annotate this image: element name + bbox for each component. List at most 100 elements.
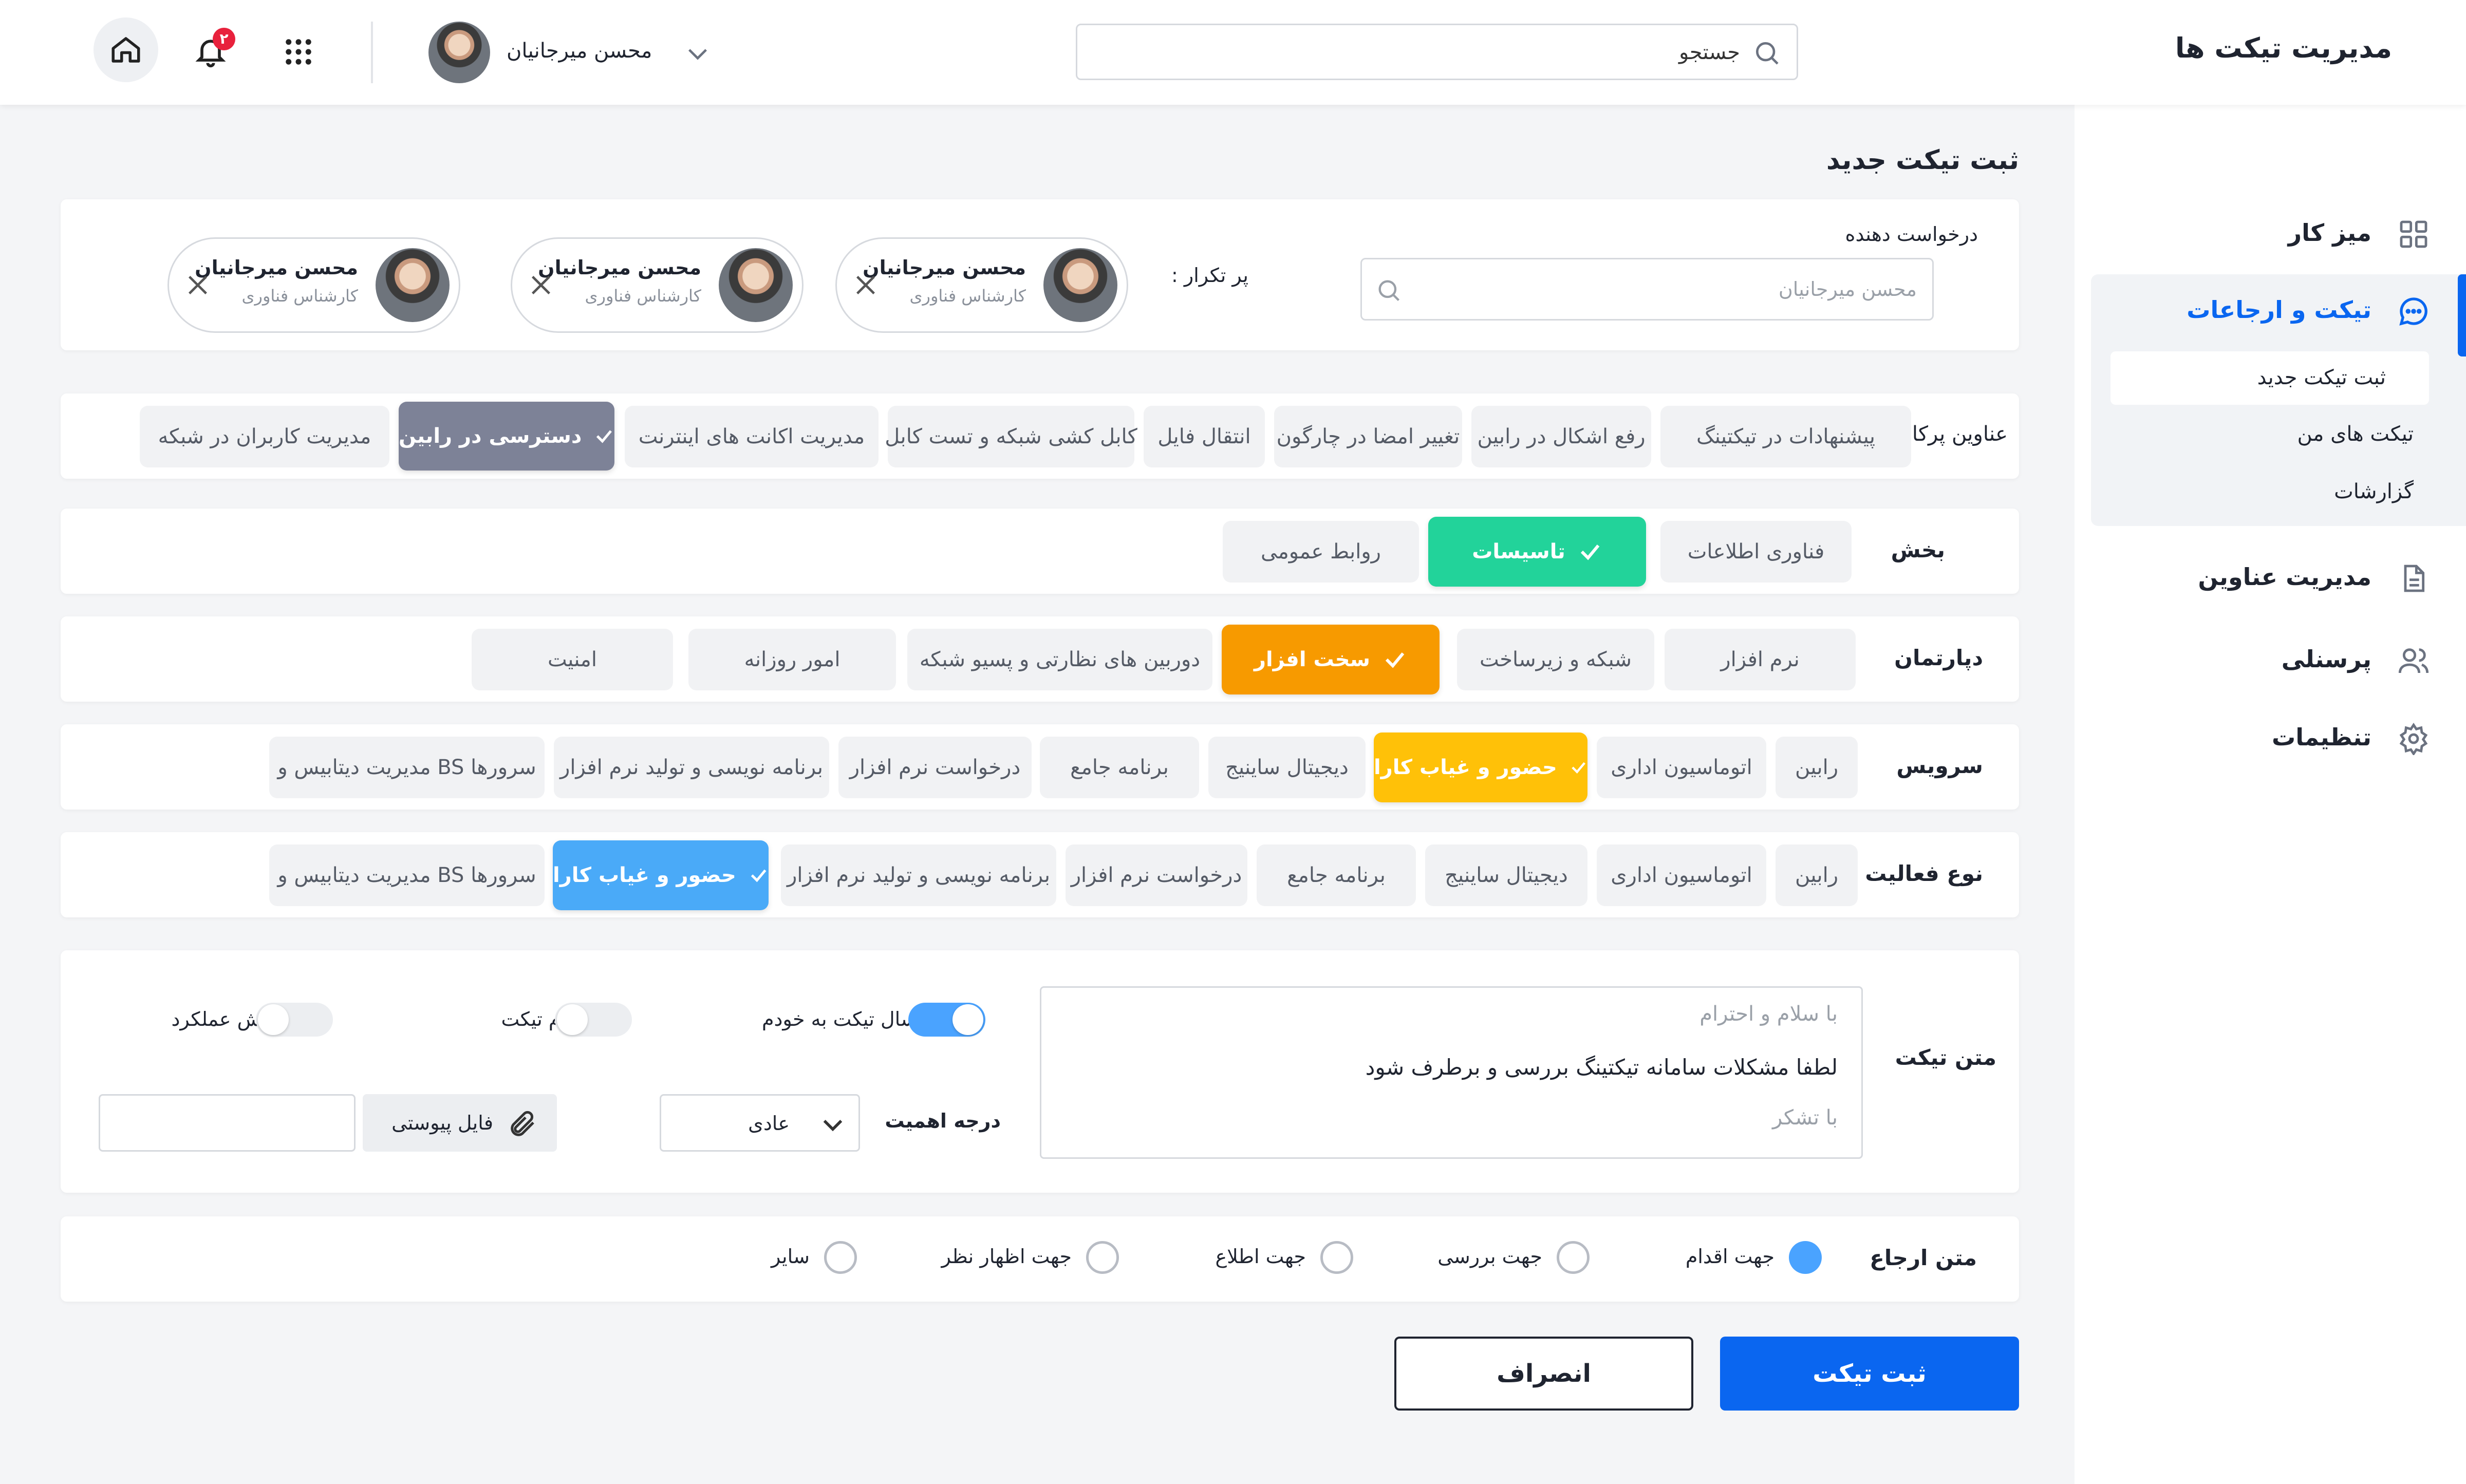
topic-chip[interactable]: تغییر امضا در چارگون <box>1274 406 1462 467</box>
notifications-button[interactable]: ۲ <box>191 28 235 72</box>
chip-label: تاسیسات <box>1472 540 1565 563</box>
frequent-label: پر تکرار : <box>1171 264 1248 287</box>
activity-chip[interactable]: برنامه جامع <box>1257 844 1416 906</box>
topic-chip-selected[interactable]: دسترسی در رابین <box>399 402 614 471</box>
chip-label: مدیریت اکانت های اینترنت <box>638 425 865 448</box>
chip-label: دوربین های نظارتی و پسیو شبکه <box>919 648 1201 671</box>
header-divider <box>371 22 373 83</box>
sidebar-item-personnel[interactable]: پرسنلی <box>2075 633 2466 689</box>
topic-chip[interactable]: مدیریت اکانت های اینترنت <box>625 406 879 467</box>
department-card: دپارتمان نرم افزار شبکه و زیرساخت سخت اف… <box>61 616 2019 702</box>
search-input[interactable]: جستجو <box>1679 41 1740 64</box>
department-chip[interactable]: نرم افزار <box>1665 629 1856 690</box>
referral-radio[interactable] <box>1557 1241 1590 1274</box>
service-chip-selected[interactable]: حضور و غیاب کارا <box>1374 732 1587 802</box>
service-chip[interactable]: مدیریت دیتابیس و BS سرورها <box>269 737 545 798</box>
service-chip[interactable]: برنامه جامع <box>1040 737 1199 798</box>
sidebar: میز کار تیکت و ارجاعات ثبت تیکت جدید تیک… <box>2075 105 2466 1484</box>
chevron-down-icon[interactable] <box>683 39 712 68</box>
performance-report-toggle[interactable] <box>256 1003 333 1037</box>
referral-radio[interactable] <box>1320 1241 1353 1274</box>
chip-label: دیجیتال ساینیج <box>1225 756 1349 779</box>
referral-radio[interactable] <box>824 1241 857 1274</box>
referral-radio[interactable] <box>1086 1241 1119 1274</box>
priority-label: درجه اهمیت <box>885 1110 1001 1132</box>
frequent-person-card[interactable]: محسن میرجانیان کارشناس فناوری <box>511 237 804 333</box>
user-name[interactable]: محسن میرجانیان <box>507 39 652 63</box>
sidebar-item-label: تیکت و ارجاعات <box>2187 296 2371 324</box>
department-chip-selected[interactable]: سخت افزار <box>1222 625 1440 694</box>
topic-chip[interactable]: انتقال فایل <box>1144 406 1265 467</box>
toggle-knob <box>557 1004 588 1035</box>
department-chip[interactable]: امنیت <box>472 629 673 690</box>
close-icon[interactable] <box>527 271 555 299</box>
referral-radio-selected[interactable] <box>1789 1241 1822 1274</box>
user-avatar[interactable] <box>428 22 490 83</box>
department-chip[interactable]: امور روزانه <box>688 629 896 690</box>
ticket-text-label: متن تیکت <box>1895 1045 1996 1070</box>
sidebar-item-titles[interactable]: مدیریت عناوین <box>2075 552 2466 608</box>
send-to-self-toggle[interactable] <box>908 1003 985 1037</box>
close-ticket-toggle[interactable] <box>555 1003 632 1037</box>
requester-input[interactable]: محسن میرجانیان <box>1360 258 1934 321</box>
submit-label: ثبت تیکت <box>1813 1359 1927 1388</box>
close-icon[interactable] <box>183 271 212 299</box>
topic-chip[interactable]: کابل کشی شبکه و تست کابل <box>885 406 1137 467</box>
app-title: مدیریت تیکت ها <box>2175 32 2392 64</box>
dashboard-icon <box>2400 220 2427 248</box>
sidebar-item-label: پرسنلی <box>2281 645 2371 673</box>
sidebar-subitem-my-tickets[interactable]: تیکت های من <box>2297 422 2414 446</box>
sidebar-item-dashboard[interactable]: میز کار <box>2075 208 2466 259</box>
ticket-text-area[interactable]: با سلام و احترام لطفا مشکلات سامانه تیکت… <box>1040 986 1863 1159</box>
priority-select[interactable]: عادی <box>660 1094 860 1152</box>
section-chip-selected[interactable]: تاسیسات <box>1428 517 1646 587</box>
department-chip[interactable]: شبکه و زیرساخت <box>1457 629 1654 690</box>
requester-card: درخواست دهنده محسن میرجانیان پر تکرار : … <box>61 199 2019 350</box>
sidebar-subitem-new-ticket[interactable]: ثبت تیکت جدید <box>2110 351 2429 405</box>
search-bar[interactable]: جستجو <box>1076 24 1798 80</box>
sidebar-item-tickets[interactable]: تیکت و ارجاعات <box>2075 274 2466 356</box>
toggle-label: ارسال تیکت به خودم <box>761 1008 932 1030</box>
chip-label: پیشنهادات در تیکتینگ <box>1696 425 1876 448</box>
topic-chip[interactable]: پیشنهادات در تیکتینگ <box>1660 406 1911 467</box>
activity-chip[interactable]: اتوماسیون اداری <box>1597 844 1766 906</box>
activity-chip[interactable]: برنامه نویسی و تولید نرم افزار <box>781 844 1056 906</box>
attachment-label: فایل پیوستی <box>391 1112 493 1134</box>
document-icon <box>2404 565 2425 592</box>
service-chip[interactable]: دیجیتال ساینیج <box>1208 737 1366 798</box>
activity-chip[interactable]: درخواست نرم افزار <box>1066 844 1247 906</box>
attachment-field[interactable] <box>99 1094 356 1152</box>
sidebar-subitem-reports[interactable]: گزارشات <box>2334 480 2414 503</box>
close-icon[interactable] <box>851 271 880 299</box>
section-chip[interactable]: روابط عمومی <box>1223 521 1419 583</box>
department-chip[interactable]: دوربین های نظارتی و پسیو شبکه <box>907 629 1212 690</box>
sidebar-item-settings[interactable]: تنظیمات <box>2075 711 2466 767</box>
attachment-button[interactable]: فایل پیوستی <box>363 1094 557 1152</box>
person-role: کارشناس فناوری <box>909 286 1026 306</box>
activity-chip[interactable]: مدیریت دیتابیس و BS سرورها <box>269 844 545 906</box>
service-chip[interactable]: رابین <box>1776 737 1858 798</box>
chip-label: برنامه جامع <box>1070 756 1169 779</box>
activity-chip-selected[interactable]: حضور و غیاب کارا <box>553 840 769 910</box>
activity-chip[interactable]: دیجیتال ساینیج <box>1425 844 1587 906</box>
cancel-button[interactable]: انصراف <box>1394 1337 1693 1411</box>
service-chip[interactable]: درخواست نرم افزار <box>838 737 1032 798</box>
service-chip[interactable]: اتوماسیون اداری <box>1597 737 1766 798</box>
apps-grid-icon[interactable] <box>282 35 315 69</box>
frequent-person-card[interactable]: محسن میرجانیان کارشناس فناوری <box>167 237 460 333</box>
ticket-text-line: با تشکر <box>1772 1106 1838 1130</box>
topic-chip[interactable]: رفع اشکال در رابین <box>1471 406 1651 467</box>
chip-label: کابل کشی شبکه و تست کابل <box>885 425 1137 448</box>
section-chip[interactable]: فناوری اطلاعات <box>1660 521 1852 583</box>
activity-chip[interactable]: رابین <box>1776 844 1858 906</box>
service-chip[interactable]: برنامه نویسی و تولید نرم افزار <box>554 737 829 798</box>
submit-ticket-button[interactable]: ثبت تیکت <box>1720 1337 2019 1411</box>
chip-label: حضور و غیاب کارا <box>1374 756 1557 779</box>
home-button[interactable] <box>94 17 158 82</box>
frequent-person-card[interactable]: محسن میرجانیان کارشناس فناوری <box>835 237 1128 333</box>
topic-chip[interactable]: مدیریت کاربران در شبکه <box>140 406 389 467</box>
chip-label: اتوماسیون اداری <box>1611 756 1752 779</box>
activity-card: نوع فعالیت رابین اتوماسیون اداری دیجیتال… <box>61 832 2019 917</box>
activity-label: نوع فعالیت <box>1865 861 1983 886</box>
active-indicator <box>2458 274 2466 356</box>
